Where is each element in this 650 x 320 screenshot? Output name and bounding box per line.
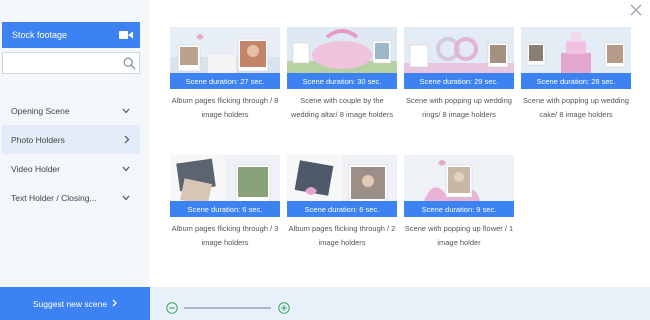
chevron-down-icon [122, 195, 130, 201]
sidebar-item-photo-holders[interactable]: Photo Holders [2, 125, 140, 154]
scene-caption: Scene with popping up wedding cake/ 8 im… [523, 96, 629, 119]
scene-duration-badge: Scene duration: 6 sec. [170, 201, 280, 217]
sidebar-item-label: Text Holder / Closing... [11, 192, 97, 203]
zoom-out-icon[interactable] [166, 301, 178, 319]
close-icon[interactable] [629, 3, 643, 17]
scene-caption: Album pages flicking through / 3 image h… [171, 224, 279, 247]
sidebar-item-opening-scene[interactable]: Opening Scene [2, 96, 140, 125]
zoom-bar [150, 287, 650, 320]
scene-duration-badge: Scene duration: 29 sec. [404, 73, 514, 89]
scene-caption: Album pages flicking through / 8 image h… [171, 96, 279, 119]
scene-thumbnail: Scene duration: 6 sec. [287, 155, 397, 217]
stock-footage-label: Stock footage [12, 30, 68, 40]
scene-thumbnail: Scene duration: 28 sec. [521, 27, 631, 89]
scene-thumbnail: Scene duration: 29 sec. [404, 27, 514, 89]
scene-category-nav: Opening Scene Photo Holders Video Holder… [2, 96, 140, 212]
search-icon[interactable] [123, 57, 136, 75]
scene-caption: Scene with popping up flower / 1 image h… [404, 224, 514, 247]
suggest-new-scene-label: Suggest new scene [32, 298, 108, 309]
search-field [2, 52, 140, 74]
scene-thumbnail: Scene duration: 6 sec. [170, 155, 280, 217]
scene-library-panel: Stock footage Opening Scene Photo Holder… [0, 0, 650, 320]
chevron-right-icon [124, 135, 130, 144]
stock-footage-button[interactable]: Stock footage [2, 22, 140, 48]
sidebar-item-video-holder[interactable]: Video Holder [2, 154, 140, 183]
sidebar: Stock footage Opening Scene Photo Holder… [0, 0, 150, 320]
chevron-right-icon [112, 299, 118, 309]
scene-card[interactable]: Scene duration: 9 sec. Scene with poppin… [404, 155, 514, 249]
scene-duration-badge: Scene duration: 6 sec. [287, 201, 397, 217]
search-input[interactable] [7, 56, 117, 70]
scene-duration-badge: Scene duration: 9 sec. [404, 201, 514, 217]
scene-thumbnail: Scene duration: 9 sec. [404, 155, 514, 217]
zoom-in-icon[interactable] [278, 301, 290, 319]
scene-card[interactable]: Scene duration: 29 sec. Scene with poppi… [404, 27, 514, 121]
chevron-down-icon [122, 166, 130, 172]
zoom-slider[interactable] [184, 307, 271, 309]
scene-card[interactable]: Scene duration: 6 sec. Album pages flick… [170, 155, 280, 249]
scene-card[interactable]: Scene duration: 27 sec. Album pages flic… [170, 27, 280, 121]
scene-card[interactable]: Scene duration: 6 sec. Album pages flick… [287, 155, 397, 249]
scene-card[interactable]: Scene duration: 30 sec. Scene with coupl… [287, 27, 397, 121]
sidebar-item-label: Video Holder [11, 163, 60, 174]
scene-thumbnail: Scene duration: 27 sec. [170, 27, 280, 89]
scene-card[interactable]: Scene duration: 28 sec. Scene with poppi… [521, 27, 631, 121]
scene-caption: Album pages flicking through / 2 image h… [288, 224, 396, 247]
scene-thumbnail: Scene duration: 30 sec. [287, 27, 397, 89]
suggest-new-scene-button[interactable]: Suggest new scene [0, 287, 150, 320]
scene-caption: Scene with couple by the wedding altar/ … [290, 96, 394, 119]
sidebar-item-label: Photo Holders [11, 134, 65, 145]
sidebar-item-text-holder-closing[interactable]: Text Holder / Closing... [2, 183, 140, 212]
scene-duration-badge: Scene duration: 30 sec. [287, 73, 397, 89]
sidebar-item-label: Opening Scene [11, 105, 70, 116]
chevron-down-icon [122, 108, 130, 114]
video-camera-icon [119, 30, 133, 40]
scene-duration-badge: Scene duration: 28 sec. [521, 73, 631, 89]
scene-duration-badge: Scene duration: 27 sec. [170, 73, 280, 89]
scene-caption: Scene with popping up wedding rings/ 8 i… [406, 96, 512, 119]
